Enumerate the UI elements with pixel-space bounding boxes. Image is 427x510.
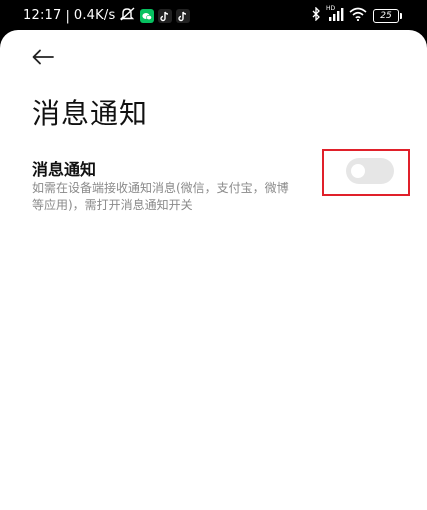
status-separator: |	[65, 8, 70, 24]
toggle-knob	[351, 164, 365, 178]
signal-icon: HD	[326, 4, 344, 25]
wechat-icon	[140, 9, 155, 23]
message-notification-toggle[interactable]	[346, 158, 394, 184]
network-speed: 0.4K/s	[73, 8, 116, 23]
mute-icon	[120, 7, 136, 25]
page-title: 消息通知	[32, 97, 149, 130]
bluetooth-icon	[312, 6, 321, 25]
back-button[interactable]	[26, 42, 60, 72]
status-time: 12:17	[23, 8, 62, 23]
setting-title: 消息通知	[32, 160, 97, 179]
back-arrow-icon	[32, 49, 54, 65]
setting-description: 如需在设备端接收通知消息(微信，支付宝，微博等应用)，需打开消息通知开关	[32, 181, 289, 212]
tiktok-icon	[158, 9, 173, 23]
settings-sheet: 消息通知 消息通知 如需在设备端接收通知消息(微信，支付宝，微博等应用)，需打开…	[0, 30, 427, 510]
wifi-icon	[349, 7, 367, 25]
tiktok-icon	[176, 9, 191, 23]
status-bar: 12:17 | 0.4K/s HD 25	[0, 0, 427, 30]
battery-icon: 25	[373, 9, 402, 23]
signal-hd-label: HD	[326, 4, 336, 12]
